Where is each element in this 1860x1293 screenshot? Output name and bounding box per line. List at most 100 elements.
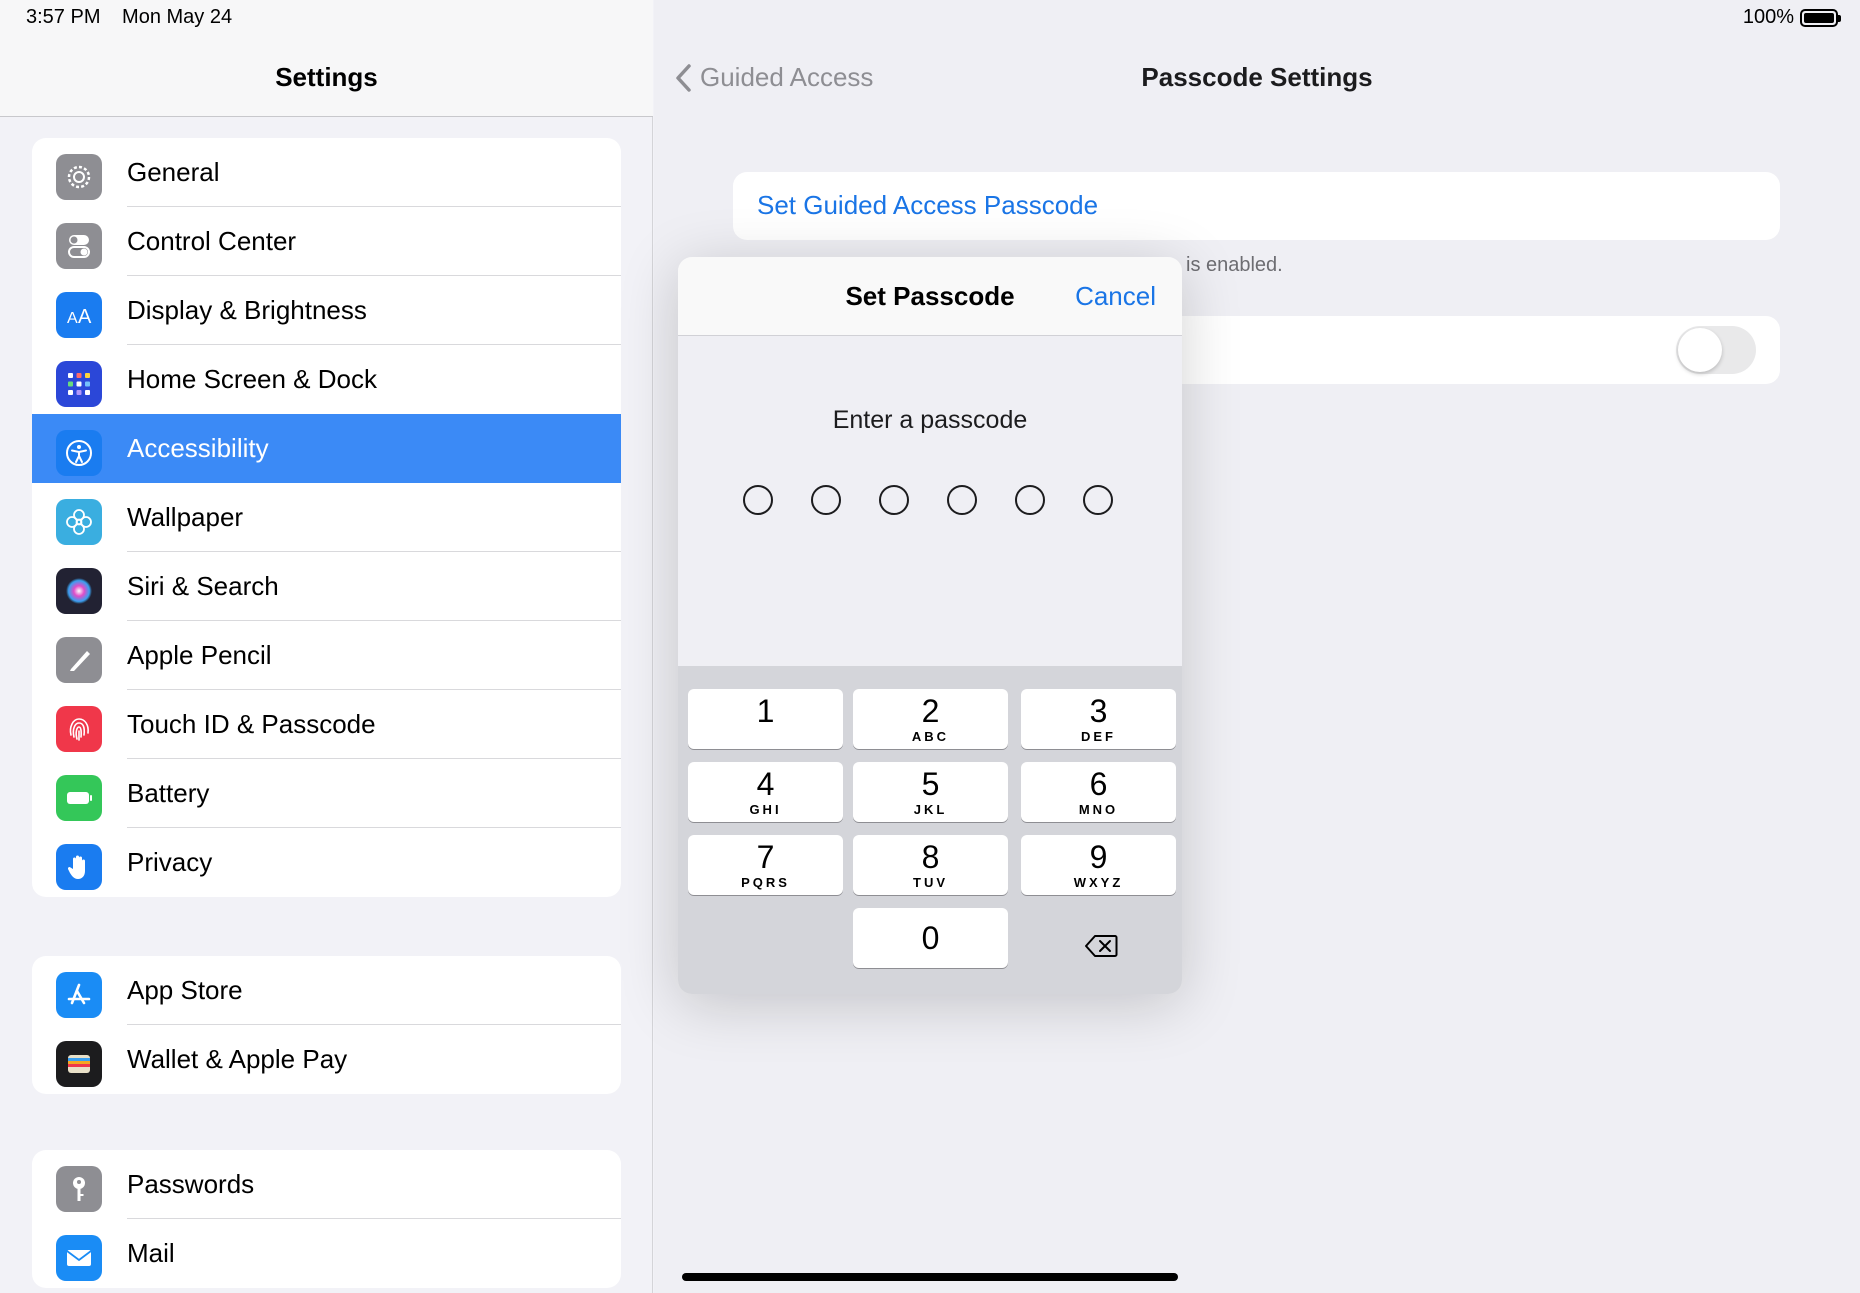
keypad-key-9[interactable]: 9 WXYZ [1021, 835, 1176, 895]
home-indicator [682, 1273, 1178, 1281]
key-letters: GHI [749, 802, 782, 817]
sidebar-item-label: Touch ID & Passcode [127, 709, 376, 739]
keypad-key-1[interactable]: 1 [688, 689, 843, 749]
key-digit: 7 [756, 839, 775, 875]
text-size-icon: AA [56, 292, 102, 338]
toggles-icon [56, 223, 102, 269]
svg-text:A: A [67, 310, 78, 327]
passcode-dot [1015, 485, 1045, 515]
key-letters: MNO [1078, 802, 1119, 817]
sidebar-item-touch-id-and-passcode[interactable]: Touch ID & Passcode [32, 690, 621, 759]
hand-icon [56, 844, 102, 890]
keypad-key-3[interactable]: 3 DEF [1021, 689, 1176, 749]
app-store-icon [56, 972, 102, 1018]
key-letters: PQRS [741, 875, 790, 890]
sidebar-item-label: App Store [127, 975, 243, 1005]
sidebar-item-label: Privacy [127, 847, 213, 877]
back-button-label: Guided Access [700, 62, 874, 92]
set-passcode-link[interactable]: Set Guided Access Passcode [757, 190, 1098, 221]
sidebar-item-siri-and-search[interactable]: Siri & Search [32, 552, 621, 621]
sidebar-item-home-screen-and-dock[interactable]: Home Screen & Dock [32, 345, 621, 414]
passcode-dot [811, 485, 841, 515]
siri-icon [56, 568, 102, 614]
sidebar: 3:57 PM Mon May 24 Settings General Contr… [0, 0, 653, 1293]
sidebar-item-apple-pencil[interactable]: Apple Pencil [32, 621, 621, 690]
keypad-key-5[interactable]: 5 JKL [853, 762, 1008, 822]
passcode-dot [743, 485, 773, 515]
sidebar-item-label: Control Center [127, 226, 297, 256]
sidebar-item-label: Passwords [127, 1169, 255, 1199]
sidebar-item-mail[interactable]: Mail [32, 1219, 621, 1288]
key-letters: JKL [913, 802, 948, 817]
sidebar-item-label: Wallet & Apple Pay [127, 1044, 348, 1074]
envelope-icon [56, 1235, 102, 1281]
sidebar-item-label: General [127, 157, 220, 187]
settings-group-main: General Control Center A A Display & Brightn… [32, 138, 621, 897]
sidebar-item-label: Mail [127, 1238, 175, 1268]
sidebar-item-display-and-brightness[interactable]: A A Display & Brightness [32, 276, 621, 345]
status-bar-left: 3:57 PM Mon May 24 [26, 6, 248, 29]
keypad-key-0[interactable]: 0 [853, 908, 1008, 968]
battery-percent: 100% [1742, 6, 1794, 28]
section-footer-note: is enabled. [1186, 254, 1283, 276]
status-date: Mon May 24 [122, 6, 233, 28]
key-digit: 9 [1089, 839, 1108, 875]
key-digit: 4 [756, 766, 775, 802]
key-digit: 3 [1089, 693, 1108, 729]
flower-icon [56, 499, 102, 545]
sidebar-item-accessibility[interactable]: Accessibility [32, 414, 621, 483]
back-button[interactable]: Guided Access [674, 62, 873, 93]
settings-toggle[interactable] [1676, 326, 1756, 374]
svg-text:A: A [78, 306, 92, 328]
cancel-button[interactable]: Cancel [1075, 281, 1156, 312]
sidebar-item-label: Wallpaper [127, 502, 244, 532]
set-passcode-modal: Set Passcode Cancel Enter a passcode 1 2A… [678, 257, 1182, 994]
status-time: 3:57 PM [26, 6, 101, 28]
sidebar-header: 3:57 PM Mon May 24 Settings [0, 0, 653, 117]
sidebar-item-passwords[interactable]: Passwords [32, 1150, 621, 1219]
backspace-icon [1084, 935, 1117, 957]
settings-group-store: App Store Wallet & Apple Pay [32, 956, 621, 1094]
key-digit: 8 [921, 839, 940, 875]
sidebar-item-general[interactable]: General [32, 138, 621, 207]
app-grid-icon [56, 361, 102, 407]
passcode-dots [743, 485, 1113, 515]
chevron-left-icon [676, 63, 691, 92]
sidebar-item-label: Battery [127, 778, 210, 808]
status-bar-right: 100% [1742, 6, 1841, 29]
sidebar-item-control-center[interactable]: Control Center [32, 207, 621, 276]
keypad-key-2[interactable]: 2 ABC [853, 689, 1008, 749]
pencil-icon [56, 637, 102, 683]
keypad-key-6[interactable]: 6 MNO [1021, 762, 1176, 822]
battery-icon [56, 775, 102, 821]
keypad-key-8[interactable]: 8 TUV [853, 835, 1008, 895]
sidebar-item-battery[interactable]: Battery [32, 759, 621, 828]
settings-group-accounts: Passwords Mail [32, 1150, 621, 1288]
passcode-prompt: Enter a passcode [832, 406, 1028, 434]
keypad-key-4[interactable]: 4 GHI [688, 762, 843, 822]
numeric-keypad: 1 2 ABC 3 DEF 4 GHI 5 JKL 6 MNO 7 PQRS 8 TUV 9 WXYZ 0 [678, 666, 1182, 994]
sidebar-item-wallpaper[interactable]: Wallpaper [32, 483, 621, 552]
key-icon [56, 1166, 102, 1212]
sidebar-title: Settings [275, 62, 378, 92]
battery-status-icon [1800, 8, 1841, 27]
modal-header: Set Passcode Cancel [678, 257, 1182, 336]
fingerprint-icon [56, 706, 102, 752]
set-passcode-cell[interactable]: Set Guided Access Passcode [733, 172, 1780, 240]
passcode-dot [1083, 485, 1113, 515]
sidebar-item-app-store[interactable]: App Store [32, 956, 621, 1025]
sidebar-item-label: Accessibility [127, 433, 269, 463]
key-letters: ABC [911, 729, 950, 744]
keypad-key-7[interactable]: 7 PQRS [688, 835, 843, 895]
modal-body: Enter a passcode [678, 336, 1182, 666]
key-letters: DEF [1081, 729, 1116, 744]
backspace-key[interactable] [1023, 916, 1178, 976]
passcode-dot [879, 485, 909, 515]
accessibility-icon [56, 430, 102, 476]
sidebar-item-privacy[interactable]: Privacy [32, 828, 621, 897]
passcode-dot [947, 485, 977, 515]
sidebar-item-wallet-and-apple-pay[interactable]: Wallet & Apple Pay [32, 1025, 621, 1094]
key-digit: 1 [756, 693, 775, 729]
key-letters: TUV [913, 875, 948, 890]
key-digit: 6 [1089, 766, 1108, 802]
